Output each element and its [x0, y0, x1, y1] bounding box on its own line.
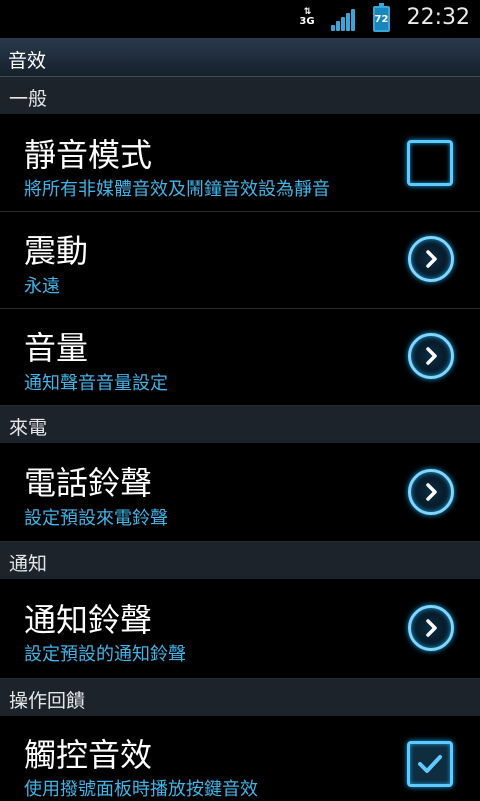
setting-subtitle: 將所有非媒體音效及鬧鐘音效設為靜音: [24, 179, 330, 200]
setting-vibrate[interactable]: 震動 永遠: [0, 212, 480, 309]
chevron-right-icon[interactable]: [408, 605, 454, 651]
section-header-general: 一般: [0, 77, 480, 114]
section-header-feedback: 操作回饋: [0, 679, 480, 716]
setting-subtitle: 永遠: [24, 276, 60, 297]
signal-strength-icon: [331, 9, 357, 31]
setting-subtitle: 設定預設來電鈴聲: [24, 508, 168, 529]
setting-touch-sound[interactable]: 觸控音效 使用撥號面板時播放按鍵音效: [0, 716, 480, 800]
network-3g-icon: ⇅ 3G: [299, 7, 315, 27]
page-title: 音效: [8, 50, 47, 72]
section-header-incoming-call: 來電: [0, 406, 480, 443]
setting-title: 觸控音效: [24, 736, 153, 774]
setting-title: 靜音模式: [24, 136, 153, 174]
setting-volume[interactable]: 音量 通知聲音音量設定: [0, 309, 480, 406]
setting-subtitle: 使用撥號面板時播放按鍵音效: [24, 779, 258, 800]
setting-title: 電話鈴聲: [24, 464, 153, 502]
setting-subtitle: 通知聲音音量設定: [24, 373, 168, 394]
clock: 22:32: [406, 5, 470, 30]
chevron-right-icon[interactable]: [408, 333, 454, 379]
chevron-right-icon[interactable]: [408, 236, 454, 282]
setting-title: 音量: [24, 329, 89, 367]
setting-title: 通知鈴聲: [24, 601, 153, 639]
status-bar: ⇅ 3G 72 22:32: [0, 0, 480, 38]
battery-icon: 72: [373, 3, 390, 32]
setting-subtitle: 設定預設的通知鈴聲: [24, 644, 186, 665]
checkmark-icon: [418, 755, 442, 773]
touch-sound-checkbox[interactable]: [407, 741, 453, 787]
setting-title: 震動: [24, 232, 89, 270]
setting-silent-mode[interactable]: 靜音模式 將所有非媒體音效及鬧鐘音效設為靜音: [0, 114, 480, 212]
title-bar: 音效: [0, 38, 480, 77]
section-header-notification: 通知: [0, 542, 480, 579]
setting-phone-ringtone[interactable]: 電話鈴聲 設定預設來電鈴聲: [0, 443, 480, 542]
setting-notification-ringtone[interactable]: 通知鈴聲 設定預設的通知鈴聲: [0, 579, 480, 679]
chevron-right-icon[interactable]: [408, 469, 454, 515]
battery-level: 72: [374, 14, 389, 25]
silent-mode-checkbox[interactable]: [407, 140, 453, 186]
